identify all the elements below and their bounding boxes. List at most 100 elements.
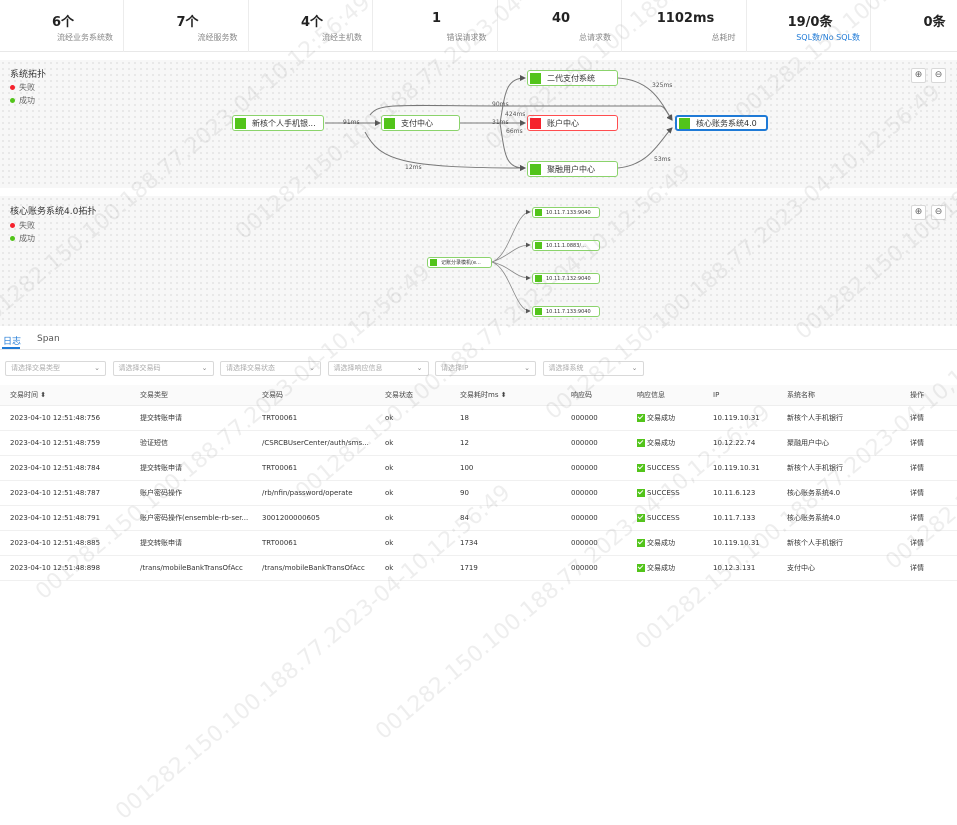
stat-item: 4个流经主机数 (249, 0, 373, 52)
table-cell: 提交转账申请 (140, 405, 262, 430)
edge-label: 90ms (492, 101, 509, 108)
table-cell: 000000 (571, 405, 637, 430)
table-cell: 提交转账申请 (140, 530, 262, 555)
filter-select[interactable]: 请选择交易状态⌄ (220, 361, 321, 376)
node-ledger-source[interactable]: 记账分录模机(e... (427, 257, 492, 268)
table-cell: 12 (460, 430, 571, 455)
table-cell[interactable]: 详情 (910, 480, 957, 505)
table-cell[interactable]: 新核个人手机银行 (787, 405, 910, 430)
stat-item: 1102ms总耗时 (623, 0, 747, 52)
filter-select[interactable]: 请选择响应信息⌄ (328, 361, 429, 376)
filter-placeholder: 请选择系统 (549, 364, 584, 372)
column-header[interactable]: 交易时间 ⬍ (0, 385, 140, 405)
table-cell: TRT00061 (262, 455, 385, 480)
system-topology-panel: 系统拓扑 失败 成功 ⊕ ⊖ 新核个人手机银... 支付中心 二代支付系统 账户… (0, 60, 957, 188)
legend-fail: 失败 (10, 220, 35, 231)
zoom-out-icon[interactable]: ⊖ (931, 205, 946, 220)
table-cell[interactable]: 核心账务系统4.0 (787, 480, 910, 505)
filter-select[interactable]: 请选择交易码⌄ (113, 361, 214, 376)
node-payment-center[interactable]: 支付中心 (381, 115, 460, 131)
stat-label: 错误请求数 (447, 32, 487, 43)
table-cell: ok (385, 430, 460, 455)
table-cell[interactable]: 核心账务系统4.0 (787, 505, 910, 530)
column-header: 交易状态 (385, 385, 460, 405)
table-cell: /trans/mobileBankTransOfAcc (262, 555, 385, 580)
chevron-down-icon: ⌄ (524, 362, 530, 375)
table-cell: SUCCESS (637, 505, 713, 530)
table-cell: 10.119.10.31 (713, 530, 787, 555)
stat-item[interactable]: 19/0条SQL数/No SQL数 (747, 0, 871, 52)
table-cell: 2023-04-10 12:51:48:898 (0, 555, 140, 580)
table-cell: 账户密码操作(ensemble-rb-ser... (140, 505, 262, 530)
stat-label: 流经服务数 (198, 32, 238, 43)
edge-label: 12ms (405, 164, 422, 171)
topology-edges (0, 60, 957, 188)
table-cell: 000000 (571, 555, 637, 580)
tab-bar: 日志 Span (0, 330, 957, 350)
check-icon (637, 539, 645, 547)
table-cell[interactable]: 详情 (910, 555, 957, 580)
filter-select[interactable]: 请选择交易类型⌄ (5, 361, 106, 376)
stat-label: 流经业务系统数 (57, 32, 113, 43)
table-cell[interactable]: 详情 (910, 505, 957, 530)
table-cell: 10.12.22.74 (713, 430, 787, 455)
response-text: SUCCESS (647, 464, 680, 472)
node-payment-system-2[interactable]: 二代支付系统 (527, 70, 618, 86)
node-account-center[interactable]: 账户中心 (527, 115, 618, 131)
table-cell[interactable]: 详情 (910, 455, 957, 480)
table-cell[interactable]: 详情 (910, 430, 957, 455)
panel-title: 系统拓扑 (10, 67, 46, 80)
table-cell: 2023-04-10 12:51:48:756 (0, 405, 140, 430)
table-cell: TRT00061 (262, 405, 385, 430)
table-cell: 000000 (571, 480, 637, 505)
check-icon (637, 564, 645, 572)
edge-label: 31ms (492, 119, 509, 126)
node-host[interactable]: 10.11.1.0883/... (532, 240, 600, 251)
node-host[interactable]: 10.11.7.132:9040 (532, 273, 600, 284)
table-cell: 2023-04-10 12:51:48:787 (0, 480, 140, 505)
stat-label: 流经主机数 (322, 32, 362, 43)
filter-select[interactable]: 请选择IP⌄ (435, 361, 536, 376)
node-mobile-bank[interactable]: 新核个人手机银... (232, 115, 324, 131)
table-cell[interactable]: 详情 (910, 530, 957, 555)
zoom-in-icon[interactable]: ⊕ (911, 205, 926, 220)
table-cell: TRT00061 (262, 530, 385, 555)
tab-active-indicator (2, 347, 20, 349)
response-text: 交易成功 (647, 539, 675, 547)
chevron-down-icon: ⌄ (309, 362, 315, 375)
table-cell: 1734 (460, 530, 571, 555)
table-cell: 2023-04-10 12:51:48:759 (0, 430, 140, 455)
column-header[interactable]: 交易耗时ms ⬍ (460, 385, 571, 405)
table-cell[interactable]: 新核个人手机银行 (787, 530, 910, 555)
zoom-out-icon[interactable]: ⊖ (931, 68, 946, 83)
table-cell: 10.11.6.123 (713, 480, 787, 505)
stat-item: 0条长耗时 (872, 0, 957, 52)
table-cell: 18 (460, 405, 571, 430)
table-cell[interactable]: 聚融用户中心 (787, 430, 910, 455)
filter-select[interactable]: 请选择系统⌄ (543, 361, 644, 376)
tab-span[interactable]: Span (37, 334, 60, 344)
check-icon (637, 464, 645, 472)
table-cell[interactable]: 新核个人手机银行 (787, 455, 910, 480)
node-user-center[interactable]: 聚融用户中心 (527, 161, 618, 177)
node-core-accounting[interactable]: 核心账务系统4.0 (675, 115, 768, 131)
table-cell: ok (385, 555, 460, 580)
stat-item: 40总请求数 (498, 0, 622, 52)
node-host[interactable]: 10.11.7.133:9040 (532, 306, 600, 317)
response-text: 交易成功 (647, 564, 675, 572)
zoom-in-icon[interactable]: ⊕ (911, 68, 926, 83)
check-icon (637, 514, 645, 522)
stat-item: 1错误请求数 (374, 0, 498, 52)
table-cell: 84 (460, 505, 571, 530)
table-cell[interactable]: 详情 (910, 405, 957, 430)
table-cell[interactable]: 支付中心 (787, 555, 910, 580)
edge-label: 91ms (343, 119, 360, 126)
chevron-down-icon: ⌄ (94, 362, 100, 375)
tab-log[interactable]: 日志 (3, 334, 21, 347)
node-host[interactable]: 10.11.7.133:9040 (532, 207, 600, 218)
core-topology-panel: 核心账务系统4.0拓扑 失败 成功 ⊕ ⊖ 记账分录模机(e... 10.11.… (0, 196, 957, 326)
stat-label[interactable]: SQL数/No SQL数 (796, 32, 860, 43)
table-row: 2023-04-10 12:51:48:791账户密码操作(ensemble-r… (0, 505, 957, 530)
column-header: 系统名称 (787, 385, 910, 405)
response-text: 交易成功 (647, 439, 675, 447)
